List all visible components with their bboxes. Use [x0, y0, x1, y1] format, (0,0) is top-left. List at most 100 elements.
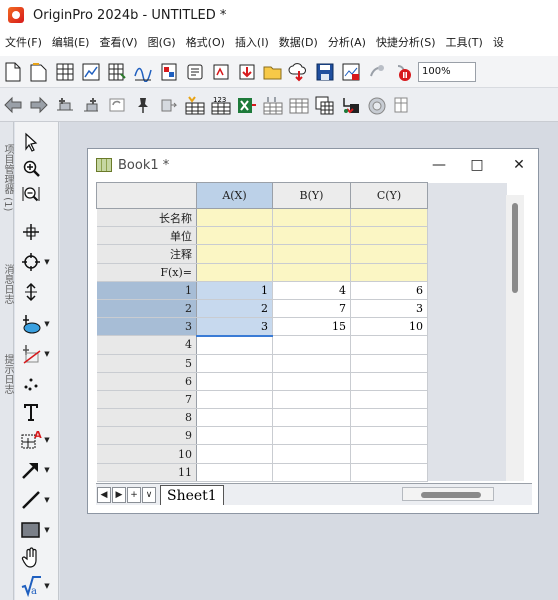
row-header[interactable]: 7	[96, 390, 197, 410]
vertical-scroll-thumb[interactable]	[512, 203, 518, 293]
excel-import-icon[interactable]	[236, 94, 258, 116]
menu-graph[interactable]: 图(G)	[143, 30, 181, 56]
recalculate-icon[interactable]	[366, 61, 388, 83]
row-header[interactable]: 5	[96, 354, 197, 373]
new-workbook-icon[interactable]	[54, 61, 76, 83]
message-log-tab[interactable]: 消息日志	[0, 254, 14, 314]
data-cell[interactable]: 7	[272, 299, 351, 319]
menu-data[interactable]: 数据(D)	[274, 30, 323, 56]
chevron-down-icon[interactable]: ▼	[43, 582, 51, 590]
meta-cell[interactable]	[272, 244, 351, 264]
chevron-down-icon[interactable]: ▼	[43, 350, 51, 358]
arrow-right-icon[interactable]	[28, 94, 50, 116]
meta-cell[interactable]	[196, 263, 273, 282]
meta-cell[interactable]	[196, 226, 273, 246]
import-icon[interactable]	[236, 61, 258, 83]
sheet-tab-sheet1[interactable]: Sheet1	[160, 484, 224, 505]
row-header[interactable]: 9	[96, 426, 197, 446]
data-cell[interactable]: 2	[196, 299, 273, 319]
paste-link-icon[interactable]	[158, 94, 180, 116]
mask-points-tool[interactable]: ▼	[19, 342, 55, 366]
maximize-button[interactable]: □	[466, 155, 488, 175]
menu-analysis[interactable]: 分析(A)	[323, 30, 371, 56]
data-cell[interactable]	[272, 408, 351, 428]
data-cell[interactable]: 3	[196, 317, 273, 337]
new-project-icon[interactable]	[2, 61, 24, 83]
data-cell[interactable]: 6	[350, 281, 428, 300]
transpose-icon[interactable]	[288, 94, 310, 116]
meta-cell[interactable]	[272, 263, 351, 282]
open-folder-icon[interactable]	[262, 61, 284, 83]
data-cell[interactable]	[350, 354, 428, 373]
add-sheet-button[interactable]: +	[127, 486, 141, 503]
grid-corner[interactable]	[96, 182, 197, 209]
data-cell[interactable]	[272, 426, 351, 446]
row-header[interactable]: 8	[96, 408, 197, 428]
meta-cell[interactable]	[272, 208, 351, 228]
menu-tools[interactable]: 工具(T)	[441, 30, 488, 56]
row-header[interactable]: 3	[96, 317, 197, 337]
data-cell[interactable]: 10	[350, 317, 428, 337]
meta-cell[interactable]	[350, 263, 428, 282]
new-graph-icon[interactable]	[80, 61, 102, 83]
region-mask-tool[interactable]: ▼	[19, 312, 55, 336]
draw-data-tool[interactable]	[19, 370, 55, 394]
data-cell[interactable]: 1	[196, 281, 273, 300]
more-tools-icon[interactable]	[392, 94, 414, 116]
pin-icon[interactable]	[132, 94, 154, 116]
zoom-in-tool[interactable]	[19, 156, 55, 180]
chevron-down-icon[interactable]: ▼	[43, 526, 51, 534]
data-cell[interactable]	[350, 408, 428, 428]
menu-quick-analysis[interactable]: 快捷分析(S)	[371, 30, 441, 56]
data-cell[interactable]: 3	[350, 299, 428, 319]
arrow-tool[interactable]: ▼	[19, 458, 55, 482]
column-header-c[interactable]: C(Y)	[350, 182, 428, 209]
next-sheet-button[interactable]: ▶	[112, 486, 126, 503]
data-cell[interactable]	[196, 408, 273, 428]
stop-icon[interactable]	[392, 61, 414, 83]
new-notes-icon[interactable]	[184, 61, 206, 83]
data-cell[interactable]	[272, 463, 351, 482]
new-matrix-icon[interactable]	[106, 61, 128, 83]
data-cell[interactable]	[196, 426, 273, 446]
screen-reader-tool[interactable]	[19, 280, 55, 304]
save-template-icon[interactable]	[340, 61, 362, 83]
data-cell[interactable]	[350, 444, 428, 464]
hint-log-tab[interactable]: 提示日志	[0, 344, 14, 404]
data-cell[interactable]	[350, 426, 428, 446]
refresh-icon[interactable]	[106, 94, 128, 116]
column-header-a[interactable]: A(X)	[196, 182, 273, 209]
row-header[interactable]: 1	[96, 281, 197, 300]
row-header[interactable]: 4	[96, 335, 197, 355]
cloud-download-icon[interactable]	[288, 61, 310, 83]
row-header[interactable]: 10	[96, 444, 197, 464]
new-layout-icon[interactable]	[158, 61, 180, 83]
data-cell[interactable]	[196, 390, 273, 410]
data-cell[interactable]	[272, 335, 351, 355]
menu-settings[interactable]: 设	[488, 30, 509, 56]
horizontal-scroll-thumb[interactable]	[421, 492, 481, 498]
meta-cell[interactable]	[350, 244, 428, 264]
meta-cell[interactable]	[196, 208, 273, 228]
add-row-icon[interactable]	[54, 94, 76, 116]
close-button[interactable]: ✕	[508, 155, 530, 175]
data-cell[interactable]	[350, 463, 428, 482]
chevron-down-icon[interactable]: ▼	[43, 320, 51, 328]
chevron-down-icon[interactable]: ▼	[43, 466, 51, 474]
add-column-icon[interactable]	[80, 94, 102, 116]
menu-edit[interactable]: 编辑(E)	[47, 30, 95, 56]
sheet-list-button[interactable]: ∨	[142, 486, 156, 503]
zoom-out-tool[interactable]	[19, 182, 55, 206]
meta-cell[interactable]	[196, 244, 273, 264]
column-header-b[interactable]: B(Y)	[272, 182, 351, 209]
data-cursor-tool[interactable]: ▼	[19, 250, 55, 274]
data-cell[interactable]	[196, 444, 273, 464]
row-header[interactable]: 2	[96, 299, 197, 319]
line-tool[interactable]: ▼	[19, 488, 55, 512]
new-project-explorer-icon[interactable]	[210, 61, 232, 83]
split-columns-icon[interactable]	[340, 94, 362, 116]
equation-tool[interactable]: a ▼	[19, 574, 55, 598]
data-cell[interactable]	[196, 354, 273, 373]
project-manager-tab[interactable]: 项目管理器 (1)	[0, 128, 14, 228]
zoom-combo[interactable]: 100%	[418, 61, 476, 82]
